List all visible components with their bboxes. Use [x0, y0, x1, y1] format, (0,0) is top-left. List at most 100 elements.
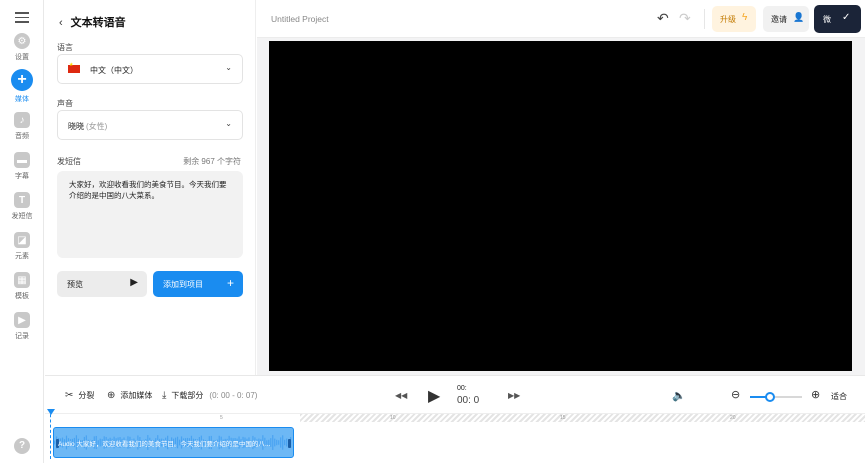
nav-item-audio[interactable]: ♪ 音频	[0, 112, 44, 141]
checkmark-icon: ✓	[842, 12, 851, 23]
timecode-seconds: 00: 0	[457, 395, 480, 406]
nav-item-label: 设置	[15, 54, 29, 61]
subtitles-icon: ▬	[14, 152, 30, 168]
chevron-down-icon: ⌄	[225, 119, 232, 128]
add-circle-icon: ⊕	[107, 390, 116, 401]
gear-icon: ⚙	[14, 33, 30, 49]
voice-select[interactable]: 晓晓 (女性) ⌄	[57, 110, 243, 140]
record-icon: ▶	[14, 312, 30, 328]
ruler-tick: 5	[220, 415, 223, 421]
zoom-slider[interactable]	[750, 392, 802, 402]
preview-button-label: 预览	[67, 280, 83, 289]
nav-item-subtitles[interactable]: ▬ 字幕	[0, 152, 44, 181]
text-icon: T	[14, 192, 30, 208]
undo-icon[interactable]: ↶	[657, 10, 669, 27]
lightning-icon: ϟ	[742, 12, 748, 23]
speech-text-input[interactable]: 大家好，欢迎收看我们的美食节目。今天我们要介绍的是中国的八大菜系。	[57, 171, 243, 258]
nav-item-text[interactable]: T 发短信	[0, 192, 44, 221]
panel-title: ‹ 文本转语音	[59, 14, 126, 30]
music-note-icon: ♪	[14, 112, 30, 128]
nav-item-label: 字幕	[15, 173, 29, 180]
ruler-tick: 10	[390, 415, 396, 421]
nav-item-label: 记录	[15, 333, 29, 340]
add-user-icon: 👤	[793, 12, 805, 22]
plus-icon: +	[226, 276, 234, 290]
timeline: 5 10 15 20 Audio 大家好，欢迎收看我们的美食节目。今天我们要介绍…	[45, 409, 865, 463]
finish-button[interactable]: 微 ✓	[814, 5, 861, 33]
nav-item-label: 媒体	[15, 96, 29, 103]
volume-icon[interactable]: 🔈	[672, 389, 686, 402]
text-to-speech-panel: ‹ 文本转语音 语言 中文（中文） ⌄ 声音 晓晓 (女性) ⌄ 发短信 剩余 9…	[45, 0, 256, 375]
playhead[interactable]	[47, 409, 55, 459]
empty-region	[300, 414, 865, 422]
back-arrow-icon[interactable]: ‹	[59, 17, 63, 29]
nav-item-label: 发短信	[11, 213, 33, 220]
skip-back-icon[interactable]: ◀◀	[395, 391, 407, 400]
top-bar: Untitled Project ↶ ↷ 升级 ϟ 邀请 👤 微 ✓	[257, 0, 865, 38]
fit-button[interactable]: 适合	[831, 391, 847, 402]
audio-clip[interactable]: Audio 大家好，欢迎收看我们的美食节目。今天我们要介绍的是中国的八...	[53, 427, 294, 458]
play-icon: ▶	[130, 277, 138, 288]
finish-label: 微	[823, 15, 831, 24]
redo-icon[interactable]: ↷	[679, 10, 691, 27]
timecode-minutes: 00:	[457, 385, 467, 392]
canvas-area	[257, 38, 865, 375]
add-media-label: 添加媒体	[120, 391, 153, 400]
nav-item-record[interactable]: ▶ 记录	[0, 312, 44, 341]
project-title[interactable]: Untitled Project	[271, 14, 329, 24]
voice-gender: (女性)	[86, 122, 108, 131]
upgrade-button[interactable]: 升级 ϟ	[712, 6, 756, 32]
nav-item-label: 音频	[15, 133, 29, 140]
editor-app: ⚙ 设置 + 媒体 ♪ 音频 ▬ 字幕 T 发短信 ◪ 元素 ▦ 模板 ▶ 记录	[0, 0, 865, 463]
preview-button[interactable]: 预览 ▶	[57, 271, 147, 297]
nav-item-label: 模板	[15, 293, 29, 300]
clip-trim-handle-right[interactable]	[288, 439, 291, 448]
china-flag-icon	[68, 62, 80, 73]
playback-toolbar: ✂ 分裂 ⊕ 添加媒体 ⤓ 下载部分 (0: 00 - 0: 07) ◀◀ ▶ 00: …	[45, 375, 865, 413]
nav-item-templates[interactable]: ▦ 模板	[0, 272, 44, 301]
split-button[interactable]: ✂ 分裂	[65, 390, 94, 401]
download-icon: ⤓	[162, 390, 167, 401]
language-select[interactable]: 中文（中文） ⌄	[57, 54, 243, 84]
text-label: 发短信	[57, 157, 81, 166]
chevron-down-icon: ⌄	[225, 63, 232, 72]
invite-button[interactable]: 邀请 👤	[763, 6, 809, 32]
nav-item-label: 元素	[15, 253, 29, 260]
panel-title-text: 文本转语音	[70, 17, 126, 29]
download-label: 下载部分	[171, 391, 204, 400]
ruler-tick: 20	[730, 415, 736, 421]
nav-item-elements[interactable]: ◪ 元素	[0, 232, 44, 261]
timeline-ruler[interactable]: 5 10 15 20	[50, 414, 865, 422]
add-to-project-button[interactable]: 添加到项目 +	[153, 271, 243, 297]
language-value: 中文（中文）	[90, 66, 138, 75]
play-button[interactable]: ▶	[428, 386, 440, 406]
audio-clip-label: Audio 大家好，欢迎收看我们的美食节目。今天我们要介绍的是中国的八...	[58, 441, 271, 448]
download-section-button[interactable]: ⤓ 下载部分 (0: 00 - 0: 07)	[162, 390, 257, 401]
add-media-button[interactable]: ⊕ 添加媒体	[107, 390, 152, 401]
video-preview[interactable]	[269, 41, 852, 371]
upgrade-label: 升级	[720, 15, 736, 24]
invite-label: 邀请	[771, 15, 787, 24]
nav-item-media[interactable]: + 媒体	[0, 69, 44, 104]
split-label: 分裂	[78, 391, 95, 400]
help-icon[interactable]: ?	[14, 438, 30, 454]
zoom-slider-knob[interactable]	[764, 392, 775, 402]
divider	[704, 9, 705, 29]
language-label: 语言	[57, 43, 73, 52]
add-button-label: 添加到项目	[163, 280, 203, 289]
download-range: (0: 00 - 0: 07)	[209, 391, 258, 400]
zoom-in-icon[interactable]: ⊕	[811, 388, 820, 401]
voice-name: 晓晓	[68, 122, 84, 131]
skip-forward-icon[interactable]: ▶▶	[508, 391, 520, 400]
shapes-icon: ◪	[14, 232, 30, 248]
hamburger-menu-icon[interactable]	[15, 12, 29, 23]
scissors-icon: ✂	[65, 390, 74, 401]
voice-label: 声音	[57, 99, 73, 108]
zoom-out-icon[interactable]: ⊖	[731, 388, 740, 401]
template-icon: ▦	[14, 272, 30, 288]
nav-item-settings[interactable]: ⚙ 设置	[0, 33, 44, 62]
plus-icon: +	[11, 69, 33, 91]
remaining-characters: 剩余 967 个字符	[183, 157, 241, 166]
ruler-tick: 15	[560, 415, 566, 421]
left-nav: ⚙ 设置 + 媒体 ♪ 音频 ▬ 字幕 T 发短信 ◪ 元素 ▦ 模板 ▶ 记录	[0, 0, 44, 463]
